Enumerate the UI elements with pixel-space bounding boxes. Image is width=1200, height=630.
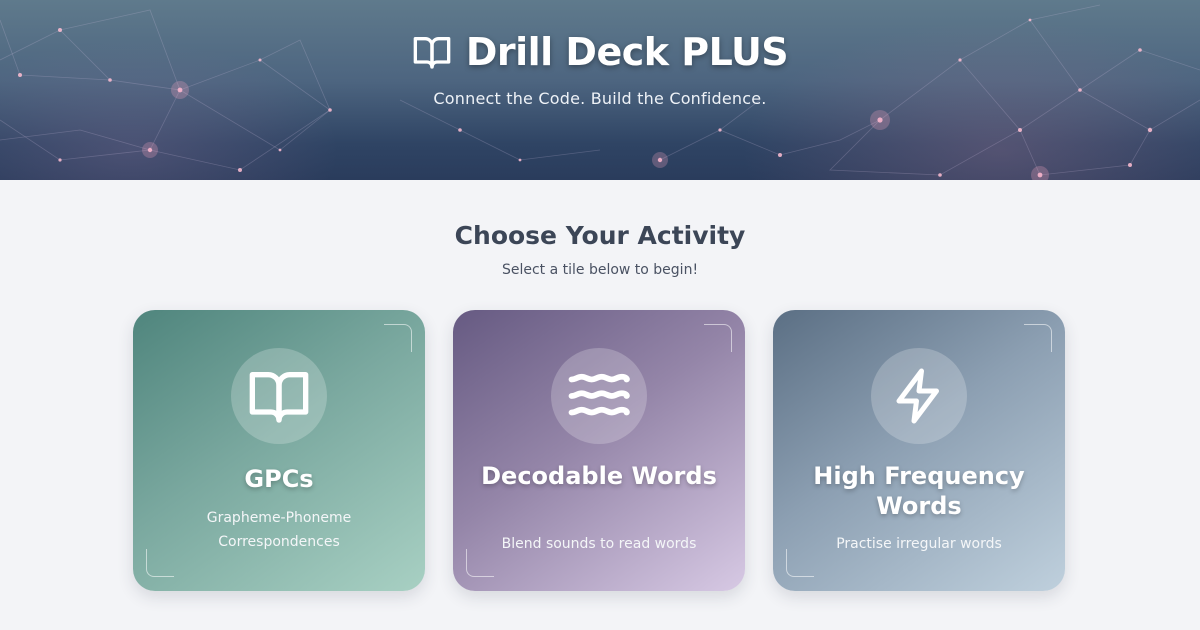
tile-description: Practise irregular words	[836, 536, 1002, 552]
app-tagline: Connect the Code. Build the Confidence.	[433, 89, 767, 108]
app-title: Drill Deck PLUS	[465, 30, 789, 74]
waves-icon	[568, 373, 630, 416]
tile-description: Grapheme-Phoneme Correspondences	[206, 510, 352, 550]
lightning-icon	[896, 368, 939, 424]
header-title-row: Drill Deck PLUS	[0, 30, 1200, 74]
tile-icon-badge	[231, 348, 327, 444]
tile-description: Blend sounds to read words	[501, 536, 697, 552]
tile-title: GPCs	[244, 465, 314, 493]
section-subheading: Select a tile below to begin!	[501, 262, 699, 278]
tile-title: Decodable Words	[481, 462, 717, 490]
open-book-icon	[413, 37, 451, 69]
open-book-icon	[249, 372, 309, 423]
tile-icon-badge	[871, 348, 967, 444]
tile-icon-badge	[551, 348, 647, 444]
tile-decodable-words[interactable]: Decodable Words Blend sounds to read wor…	[453, 310, 745, 591]
section-heading: Choose Your Activity	[454, 221, 746, 250]
tile-high-frequency-words[interactable]: High Frequency Words Practise irregular …	[773, 310, 1065, 591]
corner-accent-top-right	[1024, 324, 1052, 352]
hero-header: Drill Deck PLUS Connect the Code. Build …	[0, 0, 1200, 180]
tile-gpcs[interactable]: GPCs Grapheme-Phoneme Correspondences	[133, 310, 425, 591]
corner-accent-top-right	[704, 324, 732, 352]
corner-accent-top-right	[384, 324, 412, 352]
tile-title: High Frequency Words	[813, 462, 1025, 520]
